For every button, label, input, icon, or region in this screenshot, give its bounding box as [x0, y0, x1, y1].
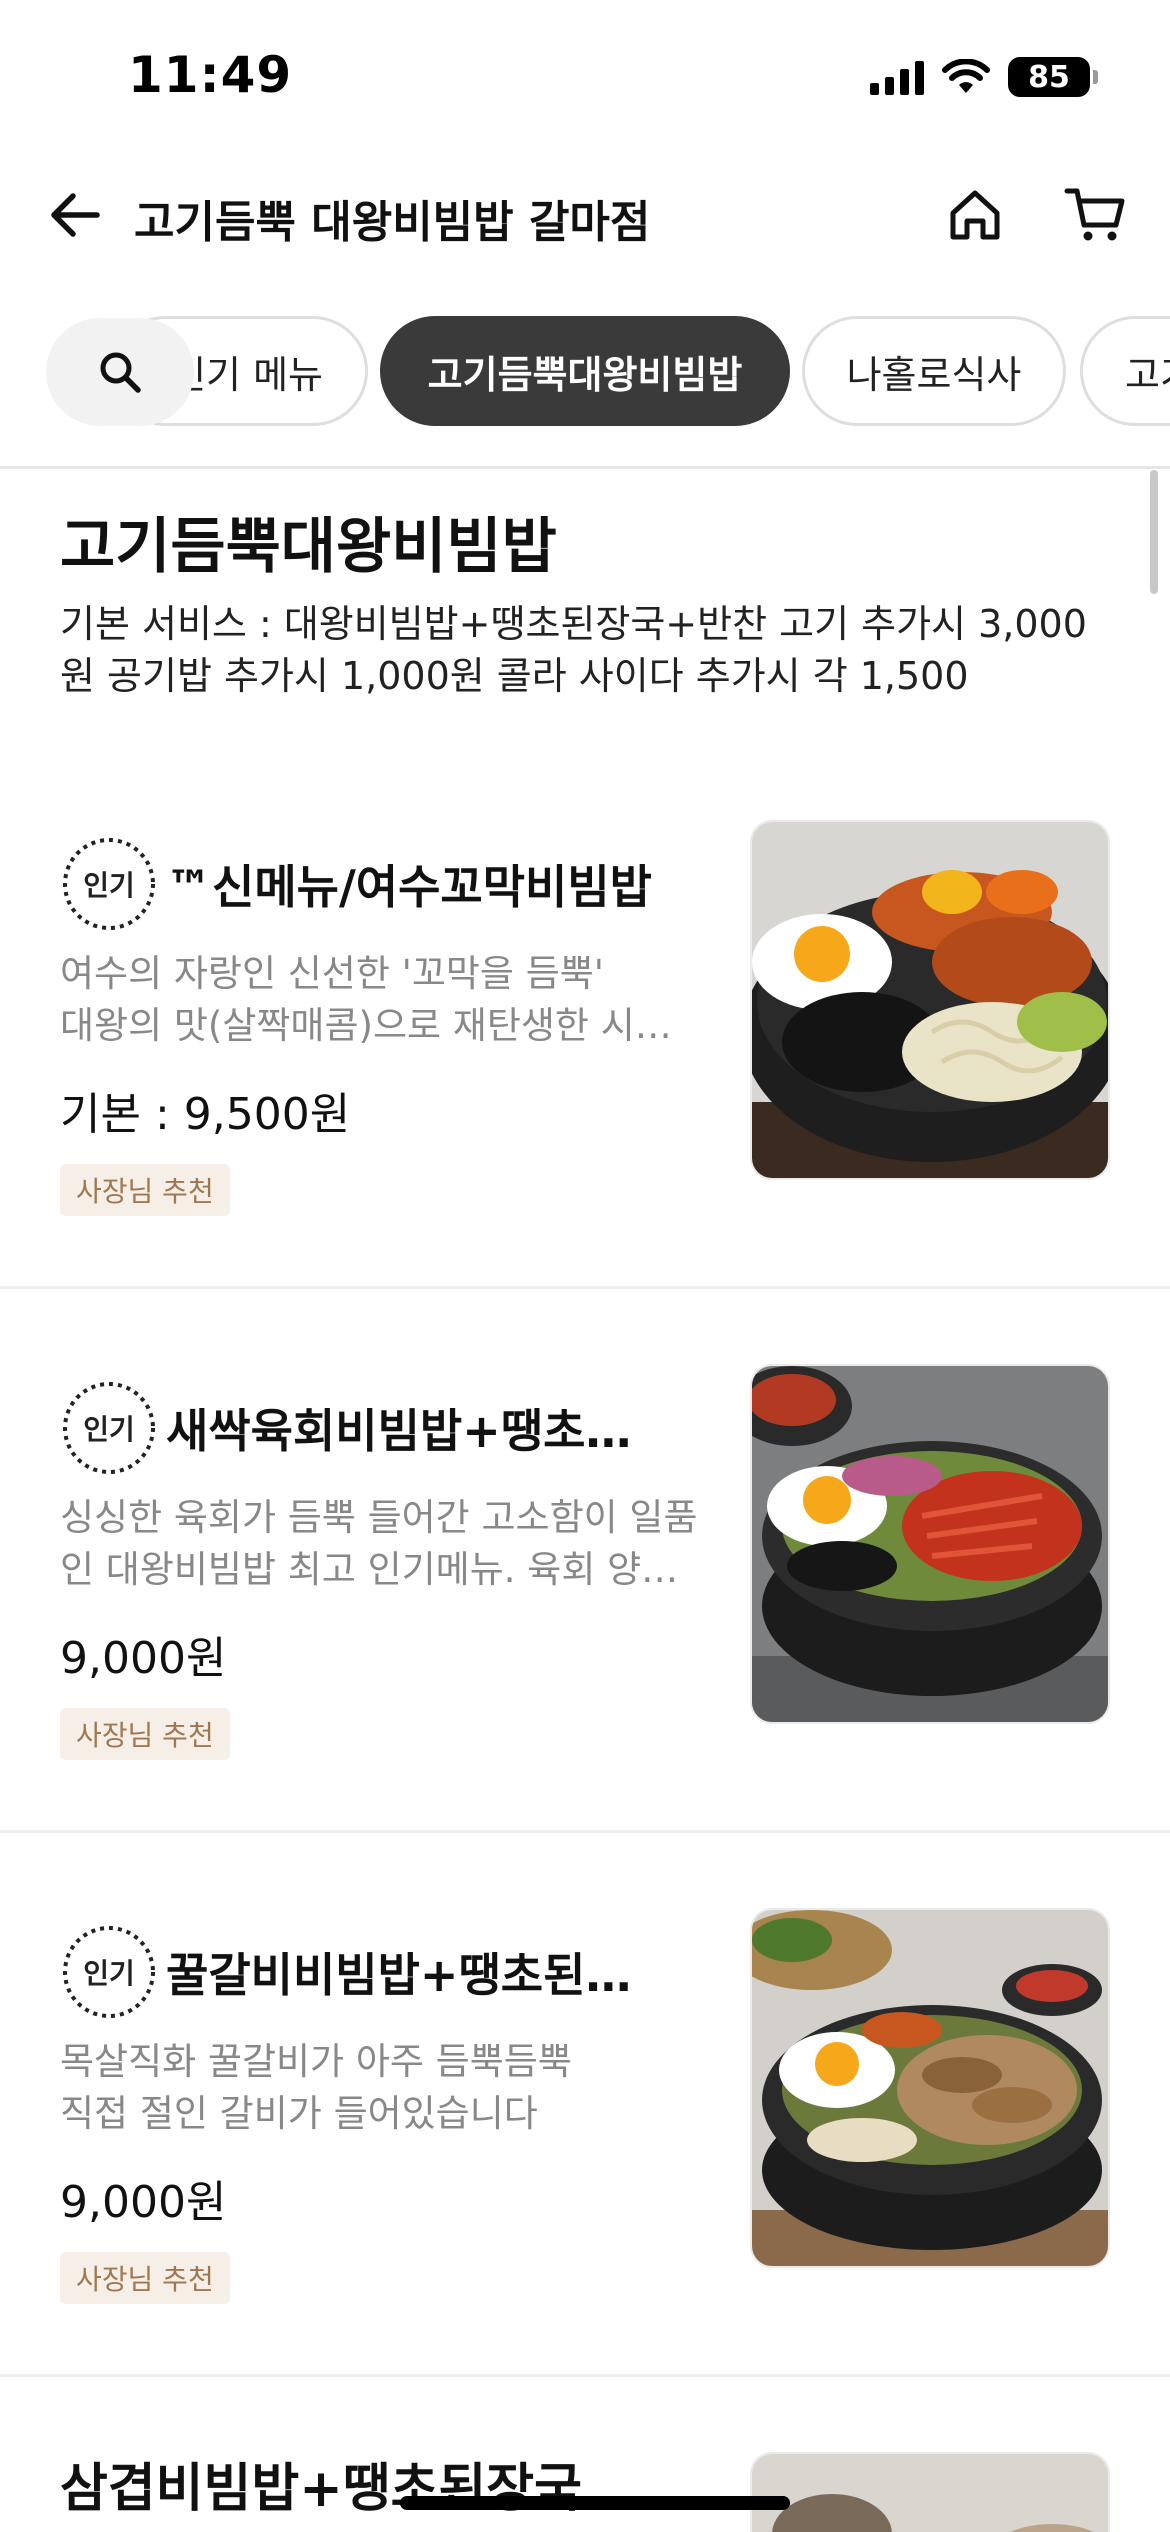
menu-desc-line: 싱싱한 육회가 듬뿍 들어간 고소함이 일품: [60, 1496, 698, 1539]
popular-badge-icon: 인기: [63, 1382, 155, 1474]
back-arrow-icon: [51, 193, 100, 237]
menu-title-row: 인기 새싹육회비빔밥+땡초…: [60, 1378, 720, 1478]
owner-recommend-badge: 사장님 추천: [60, 2252, 230, 2304]
food-photo-image: [752, 2454, 1108, 2532]
menu-name: 꿀갈비비빔밥+땡초된…: [166, 1948, 632, 2002]
food-photo-image: [752, 822, 1108, 1178]
popular-badge-icon: 인기: [63, 838, 155, 930]
popular-badge-label: 인기: [83, 1413, 135, 1446]
item-divider: [0, 2374, 1170, 2377]
store-title: 고기듬뿍 대왕비빔밥 갈마점: [134, 197, 651, 248]
battery-level: 85: [1028, 59, 1070, 95]
menu-title-row: 인기 ™신메뉴/여수꼬막비빔밥: [60, 834, 720, 934]
tabs-divider: [0, 466, 1170, 469]
cellular-signal-icon: [870, 59, 924, 95]
menu-description: 목살직화 꿀갈비가 아주 듬뿍듬뿍 직접 절인 갈비가 들어있습니다: [60, 2036, 720, 2140]
menu-item[interactable]: 인기 ™신메뉴/여수꼬막비빔밥 여수의 자랑인 신선한 '꼬막을 듬뿍' 대왕의…: [0, 820, 1170, 1360]
battery-icon: 85: [1008, 57, 1098, 97]
menu-photo[interactable]: [750, 2452, 1110, 2532]
home-icon: [950, 190, 1000, 240]
category-tabs: 인기 메뉴 고기듬뿍대왕비빔밥 나홀로식사 고기: [0, 314, 1170, 430]
menu-search-button[interactable]: [46, 318, 194, 426]
section-title: 고기듬뿍대왕비빔밥: [60, 512, 557, 582]
menu-price: 9,000원: [60, 2177, 227, 2228]
cart-button[interactable]: [1058, 180, 1134, 250]
wifi-icon: [942, 59, 990, 93]
back-button[interactable]: [40, 180, 110, 250]
section-description: 기본 서비스 : 대왕비빔밥+땡초된장국+반찬 고기 추가시 3,000원 공기…: [60, 602, 1087, 698]
popular-badge-label: 인기: [83, 869, 135, 902]
menu-description: 여수의 자랑인 신선한 '꼬막을 듬뿍' 대왕의 맛(살짝매콤)으로 재탄생한 …: [60, 948, 720, 1052]
menu-price: 9,000원: [60, 1633, 227, 1684]
header: 고기듬뿍 대왕비빔밥 갈마점: [0, 150, 1170, 278]
status-icons: 85: [870, 52, 1098, 102]
tab-solo-meal[interactable]: 나홀로식사: [802, 316, 1066, 426]
home-indicator[interactable]: [400, 2496, 790, 2510]
popular-badge-label: 인기: [83, 1957, 135, 1990]
owner-recommend-badge: 사장님 추천: [60, 1164, 230, 1216]
menu-desc-line: 여수의 자랑인 신선한 '꼬막을 듬뿍': [60, 952, 604, 995]
food-photo-image: [752, 1366, 1108, 1722]
menu-photo[interactable]: [750, 1908, 1110, 2268]
cart-icon: [1064, 188, 1125, 241]
menu-photo[interactable]: [750, 1364, 1110, 1724]
menu-desc-line: 목살직화 꿀갈비가 아주 듬뿍듬뿍: [60, 2040, 572, 2083]
menu-name: ™신메뉴/여수꼬막비빔밥: [166, 860, 653, 914]
scrollbar[interactable]: [1150, 470, 1158, 594]
menu-price: 기본 : 9,500원: [60, 1089, 351, 1140]
menu-desc-line: 직접 절인 갈비가 들어있습니다: [60, 2092, 538, 2135]
status-bar: 11:49 85: [0, 0, 1170, 150]
menu-item[interactable]: 인기 꿀갈비비빔밥+땡초된… 목살직화 꿀갈비가 아주 듬뿍듬뿍 직접 절인 갈…: [0, 1908, 1170, 2448]
menu-description: 싱싱한 육회가 듬뿍 들어간 고소함이 일품 인 대왕비빔밥 최고 인기메뉴. …: [60, 1492, 720, 1596]
tab-gogi-bibimbap[interactable]: 고기듬뿍대왕비빔밥: [380, 316, 790, 426]
owner-recommend-badge: 사장님 추천: [60, 1708, 230, 1760]
menu-desc-line: 인 대왕비빔밥 최고 인기메뉴. 육회 양…: [60, 1548, 679, 1591]
search-icon: [100, 352, 141, 393]
screen: 11:49 85 고기듬뿍 대왕비빔밥 갈마점 인기 메뉴 고기듬뿍대왕비빔밥 …: [0, 0, 1170, 2532]
home-button[interactable]: [940, 180, 1010, 250]
menu-item[interactable]: 인기 새싹육회비빔밥+땡초… 싱싱한 육회가 듬뿍 들어간 고소함이 일품 인 …: [0, 1364, 1170, 1904]
menu-name: 새싹육회비빔밥+땡초…: [166, 1404, 632, 1458]
menu-title-row: 인기 꿀갈비비빔밥+땡초된…: [60, 1922, 720, 2022]
status-time: 11:49: [128, 46, 293, 104]
menu-desc-line: 대왕의 맛(살짝매콤)으로 재탄생한 시…: [60, 1004, 672, 1047]
food-photo-image: [752, 1910, 1108, 2266]
item-divider: [0, 1286, 1170, 1289]
menu-photo[interactable]: [750, 820, 1110, 1180]
item-divider: [0, 1830, 1170, 1833]
popular-badge-icon: 인기: [63, 1926, 155, 2018]
tab-meat[interactable]: 고기: [1080, 316, 1170, 426]
